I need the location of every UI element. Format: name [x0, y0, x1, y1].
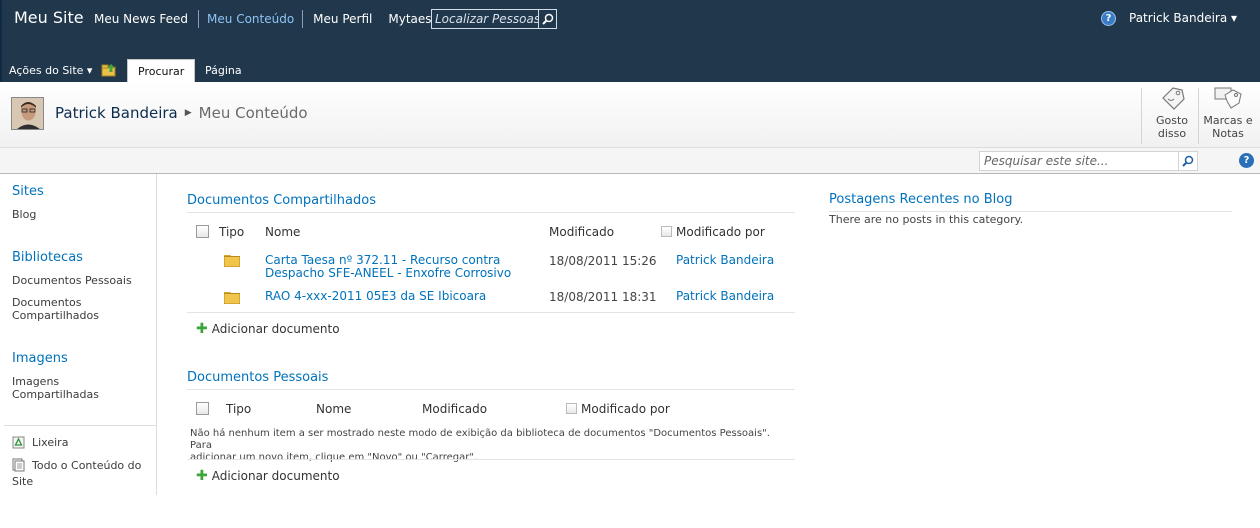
nav-item-recycle-bin[interactable]: Lixeira [12, 436, 68, 449]
nav-item-shared-docs-line1: Documentos [12, 296, 82, 309]
nav-item-shared-images-line1: Imagens [12, 375, 60, 388]
personal-docs-title[interactable]: Documentos Pessoais [187, 370, 328, 385]
breadcrumb-separator-icon: ▶ [184, 108, 192, 118]
doc-modified: 18/08/2011 15:26 [549, 254, 657, 268]
top-bar: Meu Site Meu News Feed Meu Conteúdo Meu … [0, 0, 1260, 82]
divider [187, 389, 795, 390]
add-icon: ✚ [196, 468, 208, 484]
tags-notes-button[interactable]: Marcas e Notas [1198, 86, 1258, 146]
breadcrumb-current: Meu Conteúdo [198, 104, 308, 122]
doc-modified-by[interactable]: Patrick Bandeira [676, 290, 774, 303]
folder-icon [224, 292, 240, 304]
like-tag-icon [1162, 87, 1185, 110]
doc-name-line1: RAO 4-xxx-2011 05E3 da SE Ibicoara [265, 289, 487, 303]
nav-divider [4, 425, 156, 426]
divider [187, 459, 795, 460]
select-all-checkbox[interactable] [196, 225, 209, 238]
breadcrumb: Patrick Bandeira ▶ Meu Conteúdo [55, 104, 308, 122]
divider [187, 212, 795, 213]
search-row: ? [0, 148, 1260, 174]
site-search-box [979, 151, 1198, 171]
recycle-bin-label: Lixeira [32, 436, 69, 449]
help-icon[interactable]: ? [1239, 153, 1254, 168]
all-content-line2: Site [12, 475, 34, 488]
site-actions-menu[interactable]: Ações do Site ▾ [9, 64, 92, 77]
search-icon[interactable] [1178, 152, 1197, 170]
col-name[interactable]: Nome [265, 225, 300, 239]
add-document-label: Adicionar documento [211, 322, 340, 336]
ribbon-tabs: Ações do Site ▾ Procurar Página [2, 58, 1260, 82]
nav-item-shared-docs-line2: Compartilhados [12, 309, 99, 322]
divider [187, 312, 795, 313]
folder-icon [224, 255, 240, 267]
nav-heading-sites[interactable]: Sites [12, 184, 44, 199]
site-title[interactable]: Meu Site [14, 8, 84, 27]
like-label-2: disso [1157, 127, 1187, 140]
nav-item-personal-docs[interactable]: Documentos Pessoais [12, 274, 132, 287]
select-all-checkbox[interactable] [196, 402, 209, 415]
nav-item-all-content[interactable]: Todo o Conteúdo do Site [12, 458, 141, 488]
people-search-box [431, 9, 557, 29]
col-modified-by[interactable]: Modificado por [676, 225, 765, 239]
nav-item-shared-images[interactable]: Imagens Compartilhadas [12, 375, 99, 401]
like-label-1: Gosto [1155, 114, 1189, 127]
recycle-bin-icon [12, 436, 25, 449]
help-icon[interactable]: ? [1101, 11, 1116, 26]
nav-item-shared-images-line2: Compartilhadas [12, 388, 99, 401]
nav-heading-libraries[interactable]: Bibliotecas [12, 250, 83, 265]
tags-notes-icon [1214, 87, 1242, 109]
col-modified[interactable]: Modificado [422, 402, 487, 416]
title-area: Patrick Bandeira ▶ Meu Conteúdo Gosto di… [0, 82, 1260, 148]
empty-message-line2: adicionar um novo item, clique em "Novo"… [190, 452, 478, 463]
navigate-up-icon[interactable] [101, 63, 117, 80]
col-modified-by[interactable]: Modificado por [581, 402, 670, 416]
add-document-link[interactable]: ✚ Adicionar documento [196, 469, 340, 483]
all-content-line1: Todo o Conteúdo do [32, 458, 142, 472]
quick-launch: Sites Blog Bibliotecas Documentos Pessoa… [0, 174, 157, 495]
nav-my-profile[interactable]: Meu Perfil [305, 10, 380, 28]
breadcrumb-root[interactable]: Patrick Bandeira [55, 104, 178, 122]
doc-name-line2: Despacho SFE-ANEEL - Enxofre Corrosivo [265, 266, 512, 280]
shared-docs-title[interactable]: Documentos Compartilhados [187, 193, 376, 208]
doc-link[interactable]: Carta Taesa nº 372.11 - Recurso contra D… [265, 254, 511, 280]
nav-news-feed[interactable]: Meu News Feed [86, 10, 196, 28]
add-document-link[interactable]: ✚ Adicionar documento [196, 322, 340, 336]
site-search-input[interactable] [980, 152, 1178, 170]
col-type[interactable]: Tipo [226, 402, 251, 416]
modified-by-checkbox[interactable] [566, 403, 577, 414]
doc-link[interactable]: RAO 4-xxx-2011 05E3 da SE Ibicoara [265, 290, 486, 303]
user-menu[interactable]: Patrick Bandeira ▾ [1129, 11, 1237, 25]
col-name[interactable]: Nome [316, 402, 351, 416]
like-button[interactable]: Gosto disso [1142, 86, 1202, 146]
nav-my-content[interactable]: Meu Conteúdo [198, 10, 304, 28]
add-document-label: Adicionar documento [211, 469, 340, 483]
nav-item-blog[interactable]: Blog [12, 208, 36, 221]
tab-pagina[interactable]: Página [195, 59, 252, 82]
all-content-icon [12, 458, 25, 472]
people-search-input[interactable] [432, 10, 538, 28]
doc-modified-by[interactable]: Patrick Bandeira [676, 254, 774, 267]
nav-item-shared-docs[interactable]: Documentos Compartilhados [12, 296, 99, 322]
nav-heading-images[interactable]: Imagens [12, 351, 68, 366]
blog-posts-title[interactable]: Postagens Recentes no Blog [829, 192, 1012, 207]
tags-label-2: Notas [1212, 127, 1244, 140]
blog-empty-message: There are no posts in this category. [829, 213, 1024, 226]
modified-by-checkbox[interactable] [661, 226, 672, 237]
col-type[interactable]: Tipo [219, 225, 244, 239]
divider [829, 211, 1232, 212]
top-nav: Meu News Feed Meu Conteúdo Meu Perfil My… [86, 10, 447, 28]
doc-modified: 18/08/2011 18:31 [549, 290, 657, 304]
empty-message-line1: Não há nenhum item a ser mostrado neste … [190, 428, 770, 451]
tab-procurar[interactable]: Procurar [127, 59, 196, 82]
col-modified[interactable]: Modificado [549, 225, 614, 239]
add-icon: ✚ [196, 321, 208, 337]
search-icon[interactable] [538, 10, 556, 28]
user-avatar [11, 97, 44, 130]
tags-label-1: Marcas e [1203, 114, 1253, 127]
